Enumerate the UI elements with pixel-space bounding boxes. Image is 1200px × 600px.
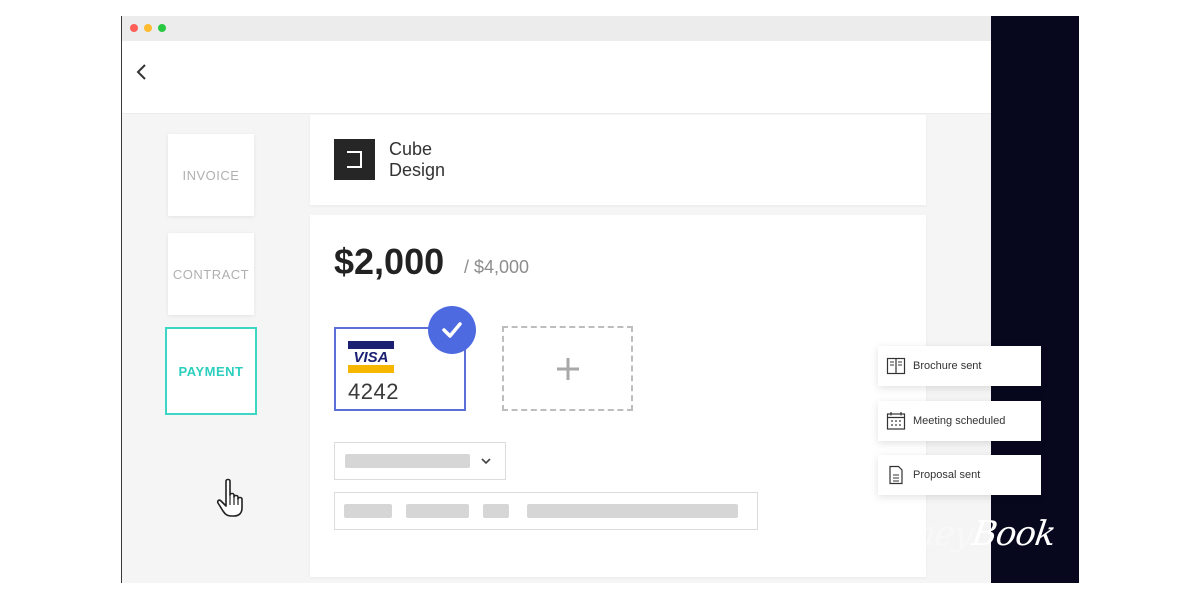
chevron-left-icon [136, 64, 146, 80]
maximize-window-button[interactable] [158, 24, 166, 32]
visa-logo-icon: VISA [348, 341, 394, 373]
card-last4: 4242 [348, 379, 399, 404]
payment-card: $2,000 / $4,000 VISA 4242 [310, 215, 926, 577]
selected-check-badge [428, 306, 476, 354]
visa-brand-label: VISA [353, 349, 388, 366]
zip-placeholder [527, 504, 738, 518]
company-logo [334, 139, 375, 180]
expiry-placeholder [406, 504, 469, 518]
amount-paid: $2,000 [334, 241, 445, 282]
activity-label: Brochure sent [913, 360, 982, 372]
brochure-icon [886, 357, 906, 375]
activity-meeting-scheduled: Meeting scheduled [878, 401, 1041, 441]
calendar-icon [886, 412, 906, 430]
brand-logo-main: Book [969, 514, 1058, 554]
add-card-button[interactable] [502, 326, 633, 411]
tab-invoice[interactable]: INVOICE [168, 134, 254, 216]
amount-total: / $4,000 [464, 257, 530, 277]
activity-proposal-sent: Proposal sent [878, 455, 1041, 495]
document-icon [889, 465, 903, 485]
company-header-card: Cube Design [310, 115, 926, 205]
activity-label: Meeting scheduled [913, 415, 1006, 427]
hand-pointer-cursor [216, 478, 243, 517]
minimize-window-button[interactable] [144, 24, 152, 32]
cube-logo-icon [347, 151, 362, 168]
chevron-down-icon [481, 458, 491, 465]
checkmark-icon [442, 322, 462, 338]
company-name: Cube Design [389, 139, 446, 180]
cvc-placeholder [483, 504, 509, 518]
close-window-button[interactable] [130, 24, 138, 32]
top-bar [122, 41, 992, 114]
tab-payment[interactable]: PAYMENT [165, 327, 257, 415]
brand-logo-faded: ney [911, 514, 976, 554]
activity-label: Proposal sent [913, 469, 981, 481]
plus-icon [556, 357, 579, 380]
select-placeholder [345, 454, 470, 468]
tab-contract[interactable]: CONTRACT [168, 233, 254, 315]
brand-side-panel [991, 16, 1079, 583]
payment-method-select[interactable] [334, 442, 506, 480]
back-button[interactable] [132, 57, 162, 87]
card-details-field[interactable] [334, 492, 758, 530]
activity-brochure-sent: Brochure sent [878, 346, 1041, 386]
brand-logo: neyBook [911, 514, 1057, 554]
title-bar [122, 16, 992, 41]
card-number-placeholder [344, 504, 392, 518]
